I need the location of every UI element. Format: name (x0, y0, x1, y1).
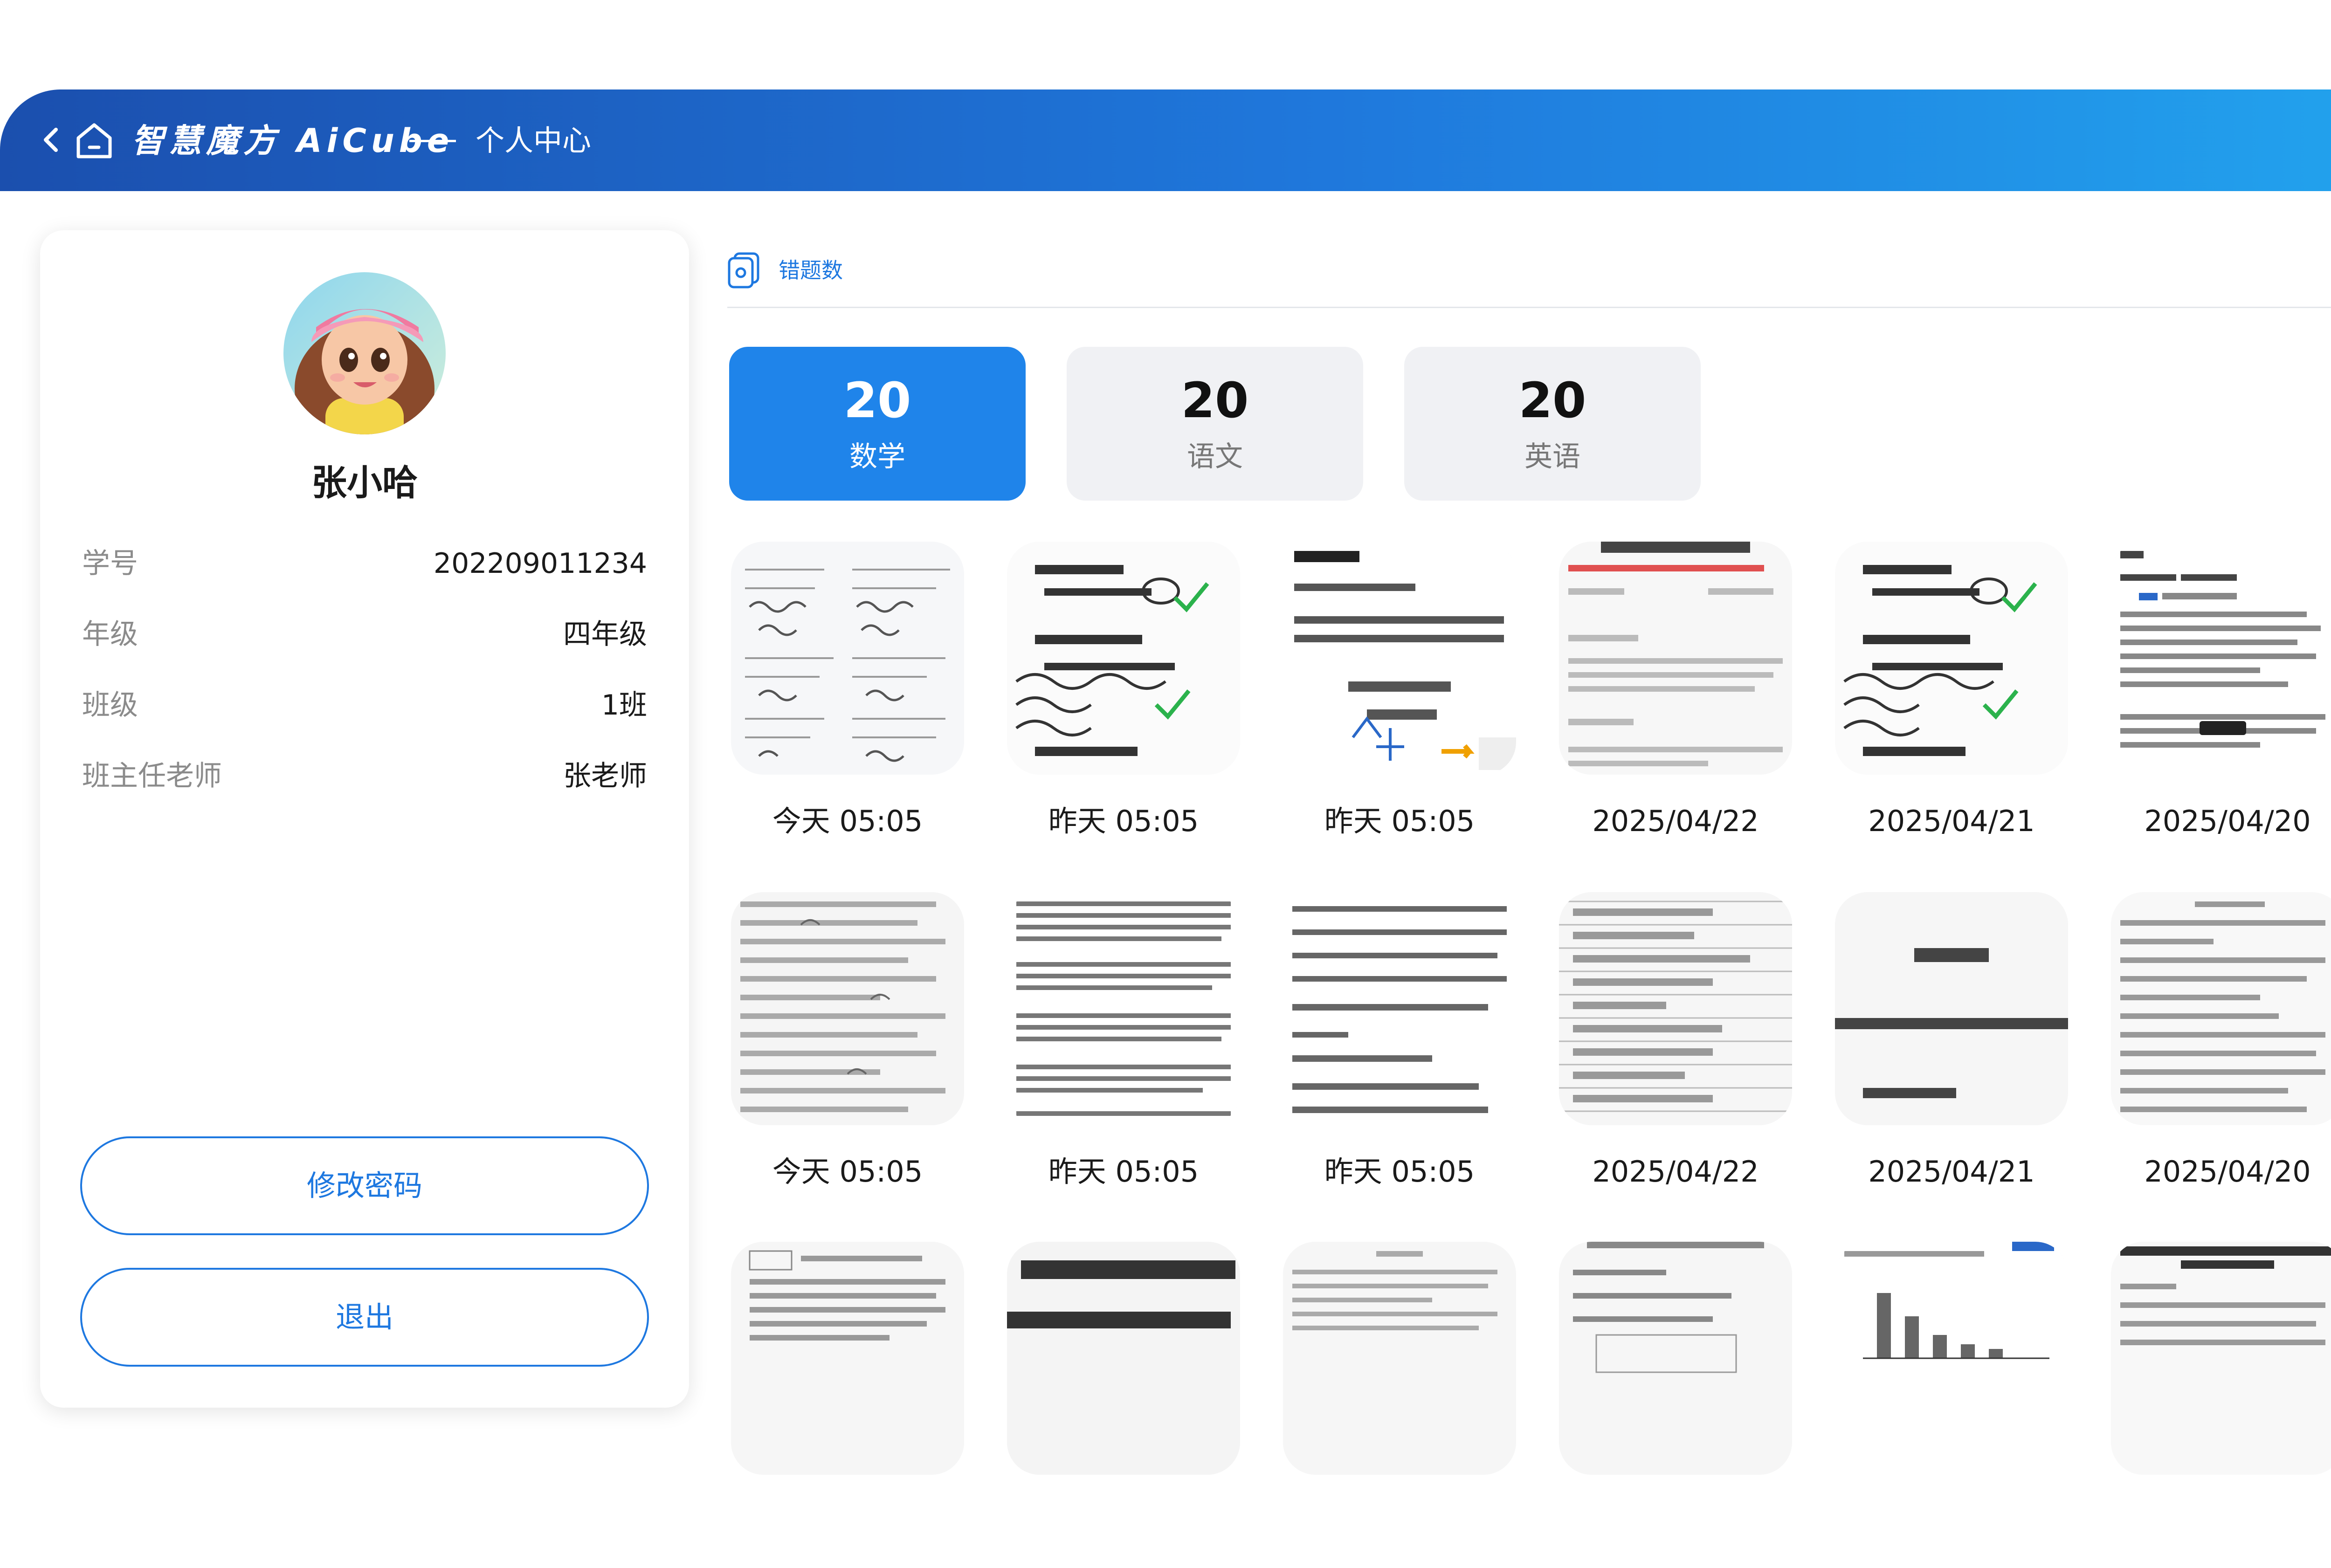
question-thumbnail (1007, 542, 1240, 775)
question-card[interactable]: 2025/04/20 (2111, 892, 2331, 1218)
question-card[interactable] (2111, 1242, 2331, 1568)
info-label: 班级 (82, 689, 138, 722)
logout-button[interactable]: 退出 (80, 1268, 649, 1367)
question-card[interactable] (1283, 1242, 1516, 1568)
question-thumbnail (2111, 892, 2331, 1125)
question-thumbnail (1835, 892, 2068, 1125)
question-thumbnail (1283, 892, 1516, 1125)
tab-label: 语文 (1187, 440, 1243, 473)
question-thumbnail (1559, 892, 1792, 1125)
question-thumbnail (1007, 1242, 1240, 1475)
question-thumbnail (1283, 542, 1516, 775)
info-row-class: 班级 1班 (82, 680, 647, 731)
question-date: 今天 05:05 (772, 804, 923, 838)
question-card[interactable]: 昨天 05:05 (1007, 542, 1240, 868)
title-separator (409, 140, 456, 142)
info-label: 年级 (82, 618, 138, 651)
info-label: 学号 (82, 547, 138, 580)
question-date: 2025/04/21 (1868, 804, 2035, 838)
app-brand: 智慧魔方 AiCube (131, 122, 454, 160)
question-date: 昨天 05:05 (1324, 1155, 1475, 1189)
question-date: 昨天 05:05 (1048, 804, 1199, 838)
question-card[interactable]: 2025/04/21 (1835, 892, 2068, 1218)
question-card[interactable]: 今天 05:05 (731, 892, 964, 1218)
page-title: 个人中心 (476, 124, 592, 158)
question-card[interactable]: 2025/04/22 (1559, 542, 1792, 868)
question-thumbnail (2111, 542, 2331, 775)
question-card[interactable] (1559, 1242, 1792, 1568)
notebook-icon (728, 252, 759, 289)
tab-count: 20 (843, 372, 911, 429)
info-value: 四年级 (563, 618, 647, 651)
change-password-button[interactable]: 修改密码 (80, 1136, 649, 1235)
question-date: 今天 05:05 (772, 1155, 923, 1189)
question-card[interactable]: 2025/04/21 (1835, 542, 2068, 868)
question-card[interactable] (1007, 1242, 1240, 1568)
question-thumbnail (2111, 1242, 2331, 1475)
profile-card: 张小哈 学号 202209011234 年级 四年级 班级 1班 班主任老师 张… (40, 230, 689, 1408)
tab-english[interactable]: 20 英语 (1404, 347, 1701, 501)
question-card[interactable] (731, 1242, 964, 1568)
question-thumbnail (731, 1242, 964, 1475)
question-card[interactable] (1835, 1242, 2068, 1568)
section-divider (727, 307, 2331, 308)
tab-count: 20 (1518, 372, 1586, 429)
section-label: 错题数 (779, 258, 843, 283)
question-date: 2025/04/20 (2144, 1155, 2311, 1189)
info-value: 张老师 (563, 760, 647, 792)
question-date: 2025/04/20 (2144, 804, 2311, 838)
question-thumbnail (1559, 1242, 1792, 1475)
question-card[interactable]: 2025/04/20 (2111, 542, 2331, 868)
question-date: 昨天 05:05 (1324, 804, 1475, 838)
question-card[interactable]: 昨天 05:05 (1283, 542, 1516, 868)
question-thumbnail (1835, 542, 2068, 775)
student-name: 张小哈 (311, 462, 418, 503)
info-value: 202209011234 (433, 547, 647, 580)
info-value: 1班 (601, 689, 647, 722)
info-row-head-teacher: 班主任老师 张老师 (82, 750, 647, 802)
question-thumbnail (731, 542, 964, 775)
question-thumbnail (1283, 1242, 1516, 1475)
question-thumbnail (731, 892, 964, 1125)
info-row-grade: 年级 四年级 (82, 609, 647, 660)
tab-label: 数学 (849, 440, 905, 473)
tab-count: 20 (1181, 372, 1249, 429)
question-date: 2025/04/22 (1592, 804, 1759, 838)
app-header: 智慧魔方 AiCube 个人中心 (0, 89, 2331, 191)
tab-chinese[interactable]: 20 语文 (1067, 347, 1363, 501)
info-row-student-id: 学号 202209011234 (82, 538, 647, 589)
avatar (283, 272, 446, 434)
question-thumbnail (1007, 892, 1240, 1125)
tab-math[interactable]: 20 数学 (729, 347, 1026, 501)
question-card[interactable]: 2025/04/22 (1559, 892, 1792, 1218)
question-date: 2025/04/21 (1868, 1155, 2035, 1189)
question-card[interactable]: 昨天 05:05 (1007, 892, 1240, 1218)
home-icon[interactable] (71, 117, 117, 163)
tab-label: 英语 (1524, 440, 1580, 473)
chevron-left-icon[interactable] (33, 121, 70, 158)
question-thumbnail (1835, 1242, 2068, 1475)
question-date: 昨天 05:05 (1048, 1155, 1199, 1189)
question-card[interactable]: 今天 05:05 (731, 542, 964, 868)
question-thumbnail (1559, 542, 1792, 775)
info-label: 班主任老师 (82, 760, 222, 792)
question-date: 2025/04/22 (1592, 1155, 1759, 1189)
question-card[interactable]: 昨天 05:05 (1283, 892, 1516, 1218)
